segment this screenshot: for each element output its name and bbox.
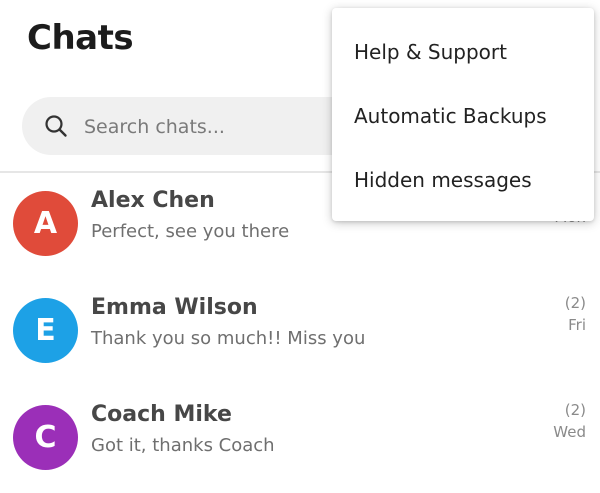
chat-time: Wed (553, 423, 586, 441)
chat-preview: Perfect, see you there (91, 221, 290, 242)
overflow-menu: Help & Support Automatic Backups Hidden … (332, 8, 594, 221)
menu-item-automatic-backups[interactable]: Automatic Backups (332, 84, 594, 148)
chat-preview: Got it, thanks Coach (91, 435, 275, 456)
avatar: A (13, 191, 78, 256)
chat-time: Fri (568, 316, 586, 334)
unread-count: (2) (564, 294, 586, 312)
chat-row-emma-wilson[interactable]: E Emma Wilson Thank you so much!! Miss y… (0, 283, 600, 383)
avatar: E (13, 298, 78, 363)
chat-row-coach-mike[interactable]: C Coach Mike Got it, thanks Coach (2) We… (0, 390, 600, 490)
chat-preview: Thank you so much!! Miss you (91, 328, 366, 349)
chat-name: Emma Wilson (91, 295, 258, 320)
unread-count: (2) (564, 401, 586, 419)
page-title: Chats (27, 18, 134, 58)
avatar: C (13, 405, 78, 470)
search-icon (44, 114, 68, 138)
chat-name: Alex Chen (91, 188, 215, 213)
chat-name: Coach Mike (91, 402, 232, 427)
menu-item-hidden-messages[interactable]: Hidden messages (332, 148, 594, 212)
menu-item-help-support[interactable]: Help & Support (332, 20, 594, 84)
